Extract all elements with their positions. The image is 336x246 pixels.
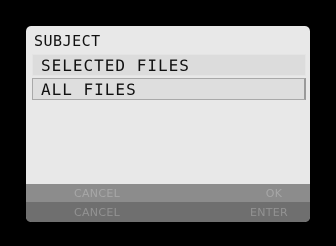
cancel-softkey-top[interactable]: CANCEL	[74, 187, 120, 200]
menu-screen: SUBJECT SELECTED FILES ALL FILES CANCEL …	[26, 26, 310, 222]
softkey-bar-top: CANCEL OK	[26, 184, 310, 202]
ok-softkey[interactable]: OK	[260, 187, 288, 200]
softkey-bar-bottom: CANCEL ENTER	[26, 202, 310, 222]
menu-title: SUBJECT	[34, 32, 101, 50]
enter-softkey[interactable]: ENTER	[250, 206, 288, 219]
cancel-softkey-bottom[interactable]: CANCEL	[74, 206, 120, 219]
menu-item-selected-files[interactable]: SELECTED FILES	[32, 54, 306, 76]
menu-item-all-files[interactable]: ALL FILES	[32, 78, 306, 100]
